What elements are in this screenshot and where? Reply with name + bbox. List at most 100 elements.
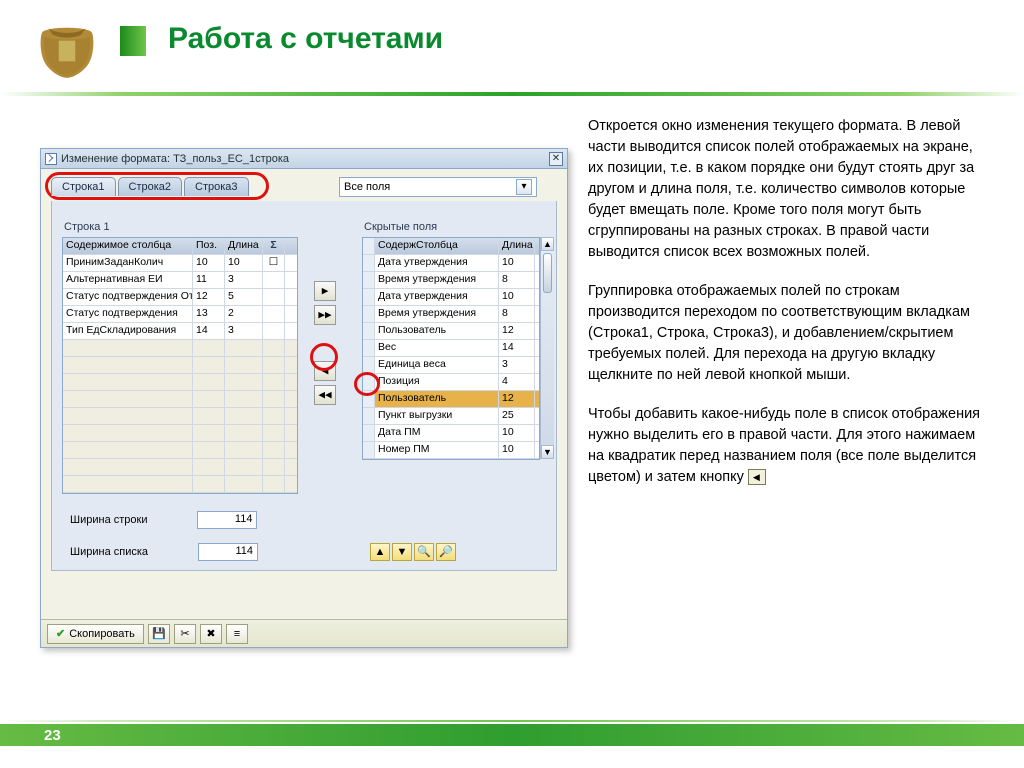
move-right-all-button[interactable]: ▶▶ <box>314 305 336 325</box>
sort-desc-button[interactable]: ▼ <box>392 543 412 561</box>
sort-asc-button[interactable]: ▲ <box>370 543 390 561</box>
row-handle[interactable] <box>363 323 375 339</box>
all-fields-label: Все поля <box>344 181 390 193</box>
panel-area: Строка 1 Содержимое столбца Поз. Длина Σ… <box>51 201 557 571</box>
line-width-label: Ширина строки <box>70 514 147 526</box>
scroll-down-icon[interactable]: ▼ <box>541 445 554 459</box>
tab-line2[interactable]: Строка2 <box>118 177 183 196</box>
window-titlebar[interactable]: Изменение формата: ТЗ_польз_ЕС_1строка ✕ <box>41 149 567 169</box>
hidden-fields-grid[interactable]: СодержСтолбца Длина Дата утверждения10Вр… <box>362 237 540 460</box>
find-button[interactable]: 🔍 <box>414 543 434 561</box>
find-next-button[interactable]: 🔎 <box>436 543 456 561</box>
table-row[interactable]: Время утверждения8 <box>363 272 539 289</box>
description-p3: Чтобы добавить какое-нибудь поле в списо… <box>588 404 986 488</box>
right-group-title: Скрытые поля <box>364 221 540 233</box>
window-footer-toolbar: ✔ Скопировать 💾 ✂ ✖ ≡ <box>41 619 567 647</box>
footer-rule <box>0 720 1024 722</box>
row-handle[interactable] <box>363 425 375 441</box>
table-row[interactable]: Пользователь12 <box>363 391 539 408</box>
row-handle[interactable] <box>363 391 375 407</box>
row-handle[interactable] <box>363 357 375 373</box>
line-tabs: Строка1 Строка2 Строка3 <box>51 177 249 196</box>
page-number: 23 <box>44 727 61 744</box>
slide: Работа с отчетами Откроется окно изменен… <box>0 0 1024 768</box>
table-row[interactable]: Вес14 <box>363 340 539 357</box>
displayed-fields-grid[interactable]: Содержимое столбца Поз. Длина Σ ПринимЗа… <box>62 237 298 494</box>
slide-header: Работа с отчетами <box>0 0 1024 96</box>
table-row[interactable]: Статус подтверждения132 <box>63 306 297 323</box>
tab-line3[interactable]: Строка3 <box>184 177 249 196</box>
window-body: Строка1 Строка2 Строка3 Все поля ▾ Строк… <box>41 169 567 647</box>
list-width-label: Ширина списка <box>70 546 148 558</box>
left-grid-header: Содержимое столбца Поз. Длина Σ <box>63 238 297 255</box>
description-text: Откроется окно изменения текущего формат… <box>588 116 986 506</box>
table-row[interactable] <box>63 476 297 493</box>
tab-line1[interactable]: Строка1 <box>51 177 116 196</box>
hidden-fields-panel: Скрытые поля СодержСтолбца Длина Дата ут… <box>362 211 540 460</box>
table-row[interactable]: Позиция4 <box>363 374 539 391</box>
copy-button[interactable]: ✔ Скопировать <box>47 624 144 644</box>
list-width-value[interactable]: 114 <box>198 543 258 561</box>
table-row[interactable] <box>63 340 297 357</box>
window-close-button[interactable]: ✕ <box>549 152 563 166</box>
move-left-button[interactable]: ◀ <box>314 361 336 381</box>
table-row[interactable]: Дата утверждения10 <box>363 255 539 272</box>
table-row[interactable]: ПринимЗаданКолич1010☐ <box>63 255 297 272</box>
tools-button[interactable]: ✂ <box>174 624 196 644</box>
row-handle[interactable] <box>363 340 375 356</box>
displayed-fields-panel: Строка 1 Содержимое столбца Поз. Длина Σ… <box>62 211 298 494</box>
table-row[interactable]: Пользователь12 <box>363 323 539 340</box>
list-width-row: Ширина списка 114 <box>70 543 258 561</box>
left-group-title: Строка 1 <box>64 221 298 233</box>
table-row[interactable] <box>63 442 297 459</box>
manage-button[interactable]: ≡ <box>226 624 248 644</box>
move-right-button[interactable]: ▶ <box>314 281 336 301</box>
description-p2: Группировка отображаемых полей по строка… <box>588 281 986 386</box>
scroll-thumb[interactable] <box>543 253 552 293</box>
row-handle[interactable] <box>363 272 375 288</box>
move-buttons: ▶ ▶▶ ◀ ◀◀ <box>314 281 342 405</box>
table-row[interactable]: Пункт выгрузки25 <box>363 408 539 425</box>
line-width-value[interactable]: 114 <box>197 511 257 529</box>
row-handle[interactable] <box>363 408 375 424</box>
all-fields-dropdown[interactable]: Все поля ▾ <box>339 177 537 197</box>
green-accent-square <box>120 26 146 56</box>
table-row[interactable]: Дата ПМ10 <box>363 425 539 442</box>
table-row[interactable]: Альтернативная ЕИ113 <box>63 272 297 289</box>
table-row[interactable] <box>63 391 297 408</box>
table-row[interactable] <box>63 408 297 425</box>
sigma-icon[interactable]: Σ <box>263 238 285 254</box>
table-row[interactable]: Единица веса3 <box>363 357 539 374</box>
move-left-icon <box>748 469 766 485</box>
right-grid-header: СодержСтолбца Длина <box>363 238 539 255</box>
row-handle[interactable] <box>363 255 375 271</box>
row-handle[interactable] <box>363 306 375 322</box>
sort-toolbar: ▲ ▼ 🔍 🔎 <box>370 543 456 561</box>
row-handle[interactable] <box>363 442 375 458</box>
table-row[interactable]: Тип ЕдСкладирования143 <box>63 323 297 340</box>
slide-title: Работа с отчетами <box>168 22 443 56</box>
window-title: Изменение формата: ТЗ_польз_ЕС_1строка <box>61 153 289 165</box>
scroll-up-icon[interactable]: ▲ <box>541 237 554 251</box>
table-row[interactable]: Номер ПМ10 <box>363 442 539 459</box>
row-handle[interactable] <box>363 289 375 305</box>
table-row[interactable] <box>63 357 297 374</box>
save-button[interactable]: 💾 <box>148 624 170 644</box>
table-row[interactable] <box>63 374 297 391</box>
table-row[interactable]: Статус подтверждения Отг125 <box>63 289 297 306</box>
window-menu-icon[interactable] <box>45 153 57 165</box>
move-left-all-button[interactable]: ◀◀ <box>314 385 336 405</box>
table-row[interactable]: Дата утверждения10 <box>363 289 539 306</box>
row-handle[interactable] <box>363 374 375 390</box>
delete-button[interactable]: ✖ <box>200 624 222 644</box>
dropdown-icon[interactable]: ▾ <box>516 179 532 195</box>
check-icon: ✔ <box>56 627 65 640</box>
line-width-row: Ширина строки 114 <box>70 511 257 529</box>
description-p1: Откроется окно изменения текущего формат… <box>588 116 986 263</box>
right-grid-scrollbar[interactable]: ▲ ▼ <box>540 237 554 459</box>
table-row[interactable] <box>63 425 297 442</box>
crest-logo <box>36 22 98 80</box>
table-row[interactable] <box>63 459 297 476</box>
footer-bar <box>0 724 1024 746</box>
table-row[interactable]: Время утверждения8 <box>363 306 539 323</box>
